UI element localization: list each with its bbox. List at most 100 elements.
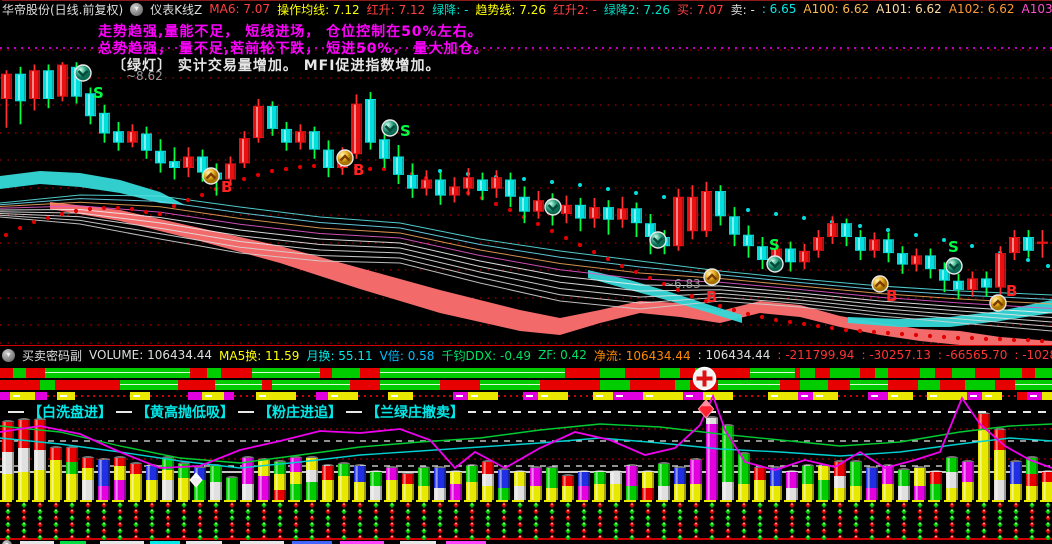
ribbon-segment (120, 380, 178, 390)
red-dot (885, 330, 891, 336)
red-dot (1025, 337, 1031, 343)
ribbon-segment (600, 368, 625, 378)
ribbon-segment (350, 380, 380, 390)
red-dot (59, 211, 65, 217)
ribbon-segment (800, 368, 815, 378)
ribbon-segment (813, 392, 838, 400)
red-dot (647, 275, 653, 281)
cyan-dot (550, 180, 554, 184)
cyan-dot (746, 208, 750, 212)
ribbon-segment (188, 392, 202, 400)
red-dot (717, 303, 723, 309)
header-item: : -66565.70 (937, 348, 1008, 362)
ribbon-segment (733, 392, 768, 400)
buy-letter: B (886, 287, 897, 305)
dash-separator (238, 410, 254, 413)
chevron-down-circle-icon[interactable]: ▾ (2, 540, 12, 544)
ribbon-segment (296, 392, 316, 400)
ribbon-segment (1002, 392, 1017, 400)
cyan-dot (606, 187, 610, 191)
cyan-curve (0, 437, 1052, 469)
red-dot (997, 336, 1003, 342)
ribbon-segment (523, 392, 538, 400)
chevron-down-circle-icon[interactable]: ▾ (130, 2, 144, 16)
ribbon-segment (221, 368, 252, 378)
red-dot (759, 314, 765, 320)
red-dot (17, 225, 23, 231)
sell-signal-ball-icon (544, 198, 562, 216)
ribbon-segment (940, 380, 965, 390)
ribbon-segment (703, 392, 733, 400)
red-dot (143, 209, 149, 215)
sell-letter: S (400, 122, 411, 140)
ribbon-segment (75, 392, 130, 400)
ribbon-row-2 (0, 380, 1052, 390)
buy-letter: B (1006, 282, 1017, 300)
ribbon-segment (1017, 392, 1027, 400)
ribbon-segment (150, 392, 188, 400)
ribbon-segment (252, 368, 320, 378)
ribbon-segment (13, 368, 26, 378)
red-dot (955, 335, 961, 341)
dash-separator (346, 410, 362, 413)
ribbon-segment (868, 392, 888, 400)
red-dot (255, 172, 261, 178)
ribbon-segment (800, 380, 828, 390)
red-dot (31, 219, 37, 225)
ribbon-segment (57, 392, 75, 400)
red-dot (815, 323, 821, 329)
volume-pane-header: ▾ 买卖密码副 VOLUME: 106434.44 MA5换: 11.59 月换: 55… (2, 347, 1052, 363)
header-item: V倍: 0.58 (379, 348, 435, 363)
header-item: VOLUME: 106434.44 (89, 348, 213, 362)
ribbon-segment (10, 392, 35, 400)
ribbon-segment (660, 368, 680, 378)
red-dot (185, 197, 191, 203)
header-item: A103: 6.63 (1021, 2, 1052, 16)
ribbon-segment (918, 380, 940, 390)
ribbon-segment (1035, 368, 1052, 378)
ribbon-segment (888, 392, 913, 400)
buy-signal-ball-icon (202, 167, 220, 185)
cyan-dot (774, 212, 778, 216)
dashed-line-filler (468, 410, 1052, 413)
ribbon-segment (0, 368, 13, 378)
ribbon-segment (888, 368, 920, 378)
ribbon-segment (358, 392, 388, 400)
red-dot (857, 328, 863, 334)
cyan-dot (942, 238, 946, 242)
ribbon-segment (1000, 368, 1022, 378)
red-dot (843, 327, 849, 333)
red-dot (927, 333, 933, 339)
signal-label: 【粉庄进追】 (258, 404, 342, 421)
red-dot (829, 325, 835, 331)
ribbon-segment (913, 392, 927, 400)
volume-bars (2, 412, 1052, 500)
red-dot (157, 211, 163, 217)
ribbon-segment (26, 368, 45, 378)
header-item: 净流: 106434.44 (593, 348, 691, 363)
header-item: A101: 6.62 (876, 2, 942, 16)
ribbon-segment (320, 368, 332, 378)
red-dot (73, 208, 79, 214)
red-dot (577, 242, 583, 248)
ribbon-segment (750, 368, 795, 378)
ribbon-segment (0, 392, 10, 400)
gem-icon (189, 472, 203, 488)
header-item: : -102874.26 (1014, 348, 1052, 362)
chevron-down-circle-icon[interactable]: ▾ (2, 348, 15, 362)
ribbon-segment (272, 380, 350, 390)
buy-signal-ball-icon (703, 268, 721, 286)
ribbon-segment (538, 392, 568, 400)
ribbon-segment (927, 392, 967, 400)
header-item: : -30257.13 (861, 348, 931, 362)
ribbon-row-1 (0, 368, 1052, 378)
ribbon-segment (207, 368, 221, 378)
header-item: ZF: 0.42 (538, 348, 587, 362)
ribbon-segment (815, 368, 830, 378)
ribbon-segment (643, 392, 683, 400)
signal-label: 【白洗盘进】 (28, 404, 112, 421)
ribbon-segment (613, 392, 643, 400)
ribbon-segment (47, 392, 57, 400)
ribbon-segment (440, 380, 480, 390)
volume-indicator-chart[interactable] (0, 364, 1052, 540)
